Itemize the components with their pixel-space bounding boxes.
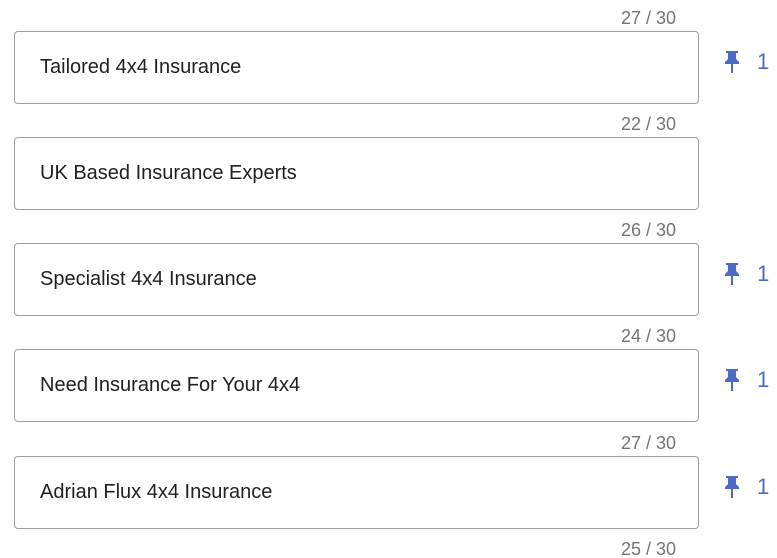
pushpin-icon[interactable] [722,262,742,286]
headline-input[interactable]: Need Insurance For Your 4x4 [14,349,699,422]
headline-input-value[interactable]: Specialist 4x4 Insurance [40,268,257,291]
pin-position: 1 [757,474,770,499]
headline-input-value[interactable]: Need Insurance For Your 4x4 [40,374,300,397]
pin-position: 1 [757,49,770,74]
character-counter: 24 / 30 [620,326,676,346]
pin-button[interactable]: 1 [722,261,777,287]
character-counter: 27 / 30 [620,8,676,28]
pushpin-icon[interactable] [722,475,742,499]
headline-input[interactable]: Adrian Flux 4x4 Insurance [14,456,699,529]
headline-input-value[interactable]: Adrian Flux 4x4 Insurance [40,481,272,504]
headline-input[interactable]: Tailored 4x4 Insurance [14,31,699,104]
headline-input[interactable]: Specialist 4x4 Insurance [14,243,699,316]
pin-button[interactable]: 1 [722,49,777,75]
headline-input-value[interactable]: UK Based Insurance Experts [40,162,297,185]
headline-list: 27 / 30 Tailored 4x4 Insurance 1 22 / 30… [0,0,777,558]
character-counter: 25 / 30 [620,539,676,558]
pin-position: 1 [757,367,770,392]
character-counter: 22 / 30 [620,114,676,134]
headline-input[interactable]: UK Based Insurance Experts [14,137,699,210]
pin-button[interactable]: 1 [722,474,777,500]
character-counter: 26 / 30 [620,220,676,240]
pushpin-icon[interactable] [722,50,742,74]
pushpin-icon[interactable] [722,368,742,392]
headline-input-value[interactable]: Tailored 4x4 Insurance [40,56,241,79]
pin-position: 1 [757,261,770,286]
character-counter: 27 / 30 [620,433,676,453]
pin-button[interactable]: 1 [722,367,777,393]
